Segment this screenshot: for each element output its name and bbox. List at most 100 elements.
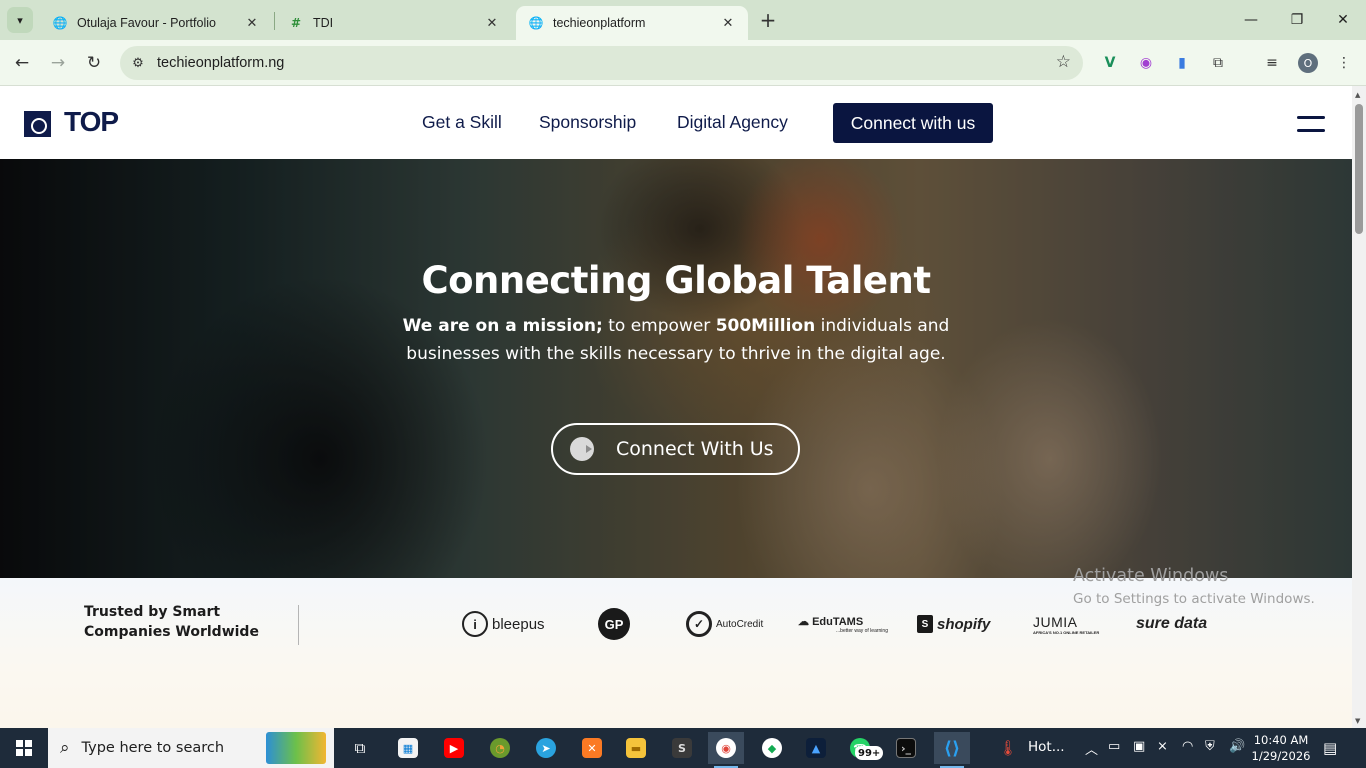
partner-logo-jumia: JUMIA AFRICA'S NO.1 ONLINE RETAILER <box>1033 613 1100 635</box>
taskbar-search-box[interactable]: ⌕ Type here to search <box>48 728 334 768</box>
nav-sponsorship[interactable]: Sponsorship <box>539 112 636 133</box>
hero-subtitle-bold: We are on a mission; <box>402 316 603 336</box>
mongodb-compass-icon[interactable]: ◆ <box>754 732 790 764</box>
divider <box>298 605 299 645</box>
web-page: TOP Get a Skill Sponsorship Digital Agen… <box>0 86 1352 728</box>
site-header: TOP Get a Skill Sponsorship Digital Agen… <box>0 86 1352 159</box>
back-button[interactable]: ← <box>8 49 36 77</box>
start-button[interactable] <box>0 728 48 768</box>
app-swirl-icon[interactable]: ◔ <box>482 732 518 764</box>
play-arrow-icon <box>570 437 594 461</box>
arrow-right-icon: → <box>50 53 66 73</box>
weather-text[interactable]: Hot... <box>1028 739 1065 755</box>
vuetify-extension-icon[interactable]: V <box>1098 51 1122 75</box>
youtube-icon[interactable]: ▶ <box>436 732 472 764</box>
kebab-menu-icon[interactable]: ⋮ <box>1332 51 1356 75</box>
hero-button-label: Connect With Us <box>616 438 774 460</box>
shopping-bag-icon: S <box>917 615 933 633</box>
close-tab-icon[interactable]: ✕ <box>484 15 500 31</box>
partner-logo-shopify: S shopify <box>917 608 990 640</box>
bookmark-star-icon[interactable]: ☆ <box>1056 52 1071 72</box>
restore-icon: ❐ <box>1290 12 1304 28</box>
partner-logo-gp: GP <box>598 608 634 640</box>
checkmark-icon: ✓ <box>686 611 712 637</box>
tdi-logo-icon: # <box>290 16 302 30</box>
close-window-button[interactable]: ✕ <box>1320 0 1366 40</box>
hero-image-overlay <box>0 159 1352 578</box>
close-tab-icon[interactable]: ✕ <box>244 15 260 31</box>
partner-logo-bleepus: i bleepus <box>462 608 545 640</box>
windows-taskbar: ⌕ Type here to search ⧉ ▦ ▶ ◔ ➤ ✕ ▬ S ◉ … <box>0 728 1366 768</box>
camera-icon[interactable]: ▣ <box>1133 739 1145 754</box>
arrow-left-icon: ← <box>14 53 30 73</box>
scrollbar-thumb[interactable] <box>1355 104 1363 234</box>
trusted-heading: Trusted by Smart Companies Worldwide <box>84 604 259 640</box>
tab-tdi[interactable]: # TDI ✕ <box>276 6 512 40</box>
hero-subtitle: We are on a mission; to empower 500Milli… <box>376 312 976 368</box>
nav-get-a-skill[interactable]: Get a Skill <box>422 112 502 133</box>
restore-button[interactable]: ❐ <box>1274 0 1320 40</box>
search-icon: ⌕ <box>60 738 70 758</box>
xampp-icon[interactable]: ✕ <box>574 732 610 764</box>
show-hidden-icons-chevron-icon[interactable]: ︿ <box>1085 739 1098 758</box>
media-controls-icon[interactable]: ≡ <box>1260 51 1284 75</box>
volume-icon[interactable]: 🔊 <box>1229 739 1245 754</box>
microsoft-store-icon[interactable]: ▦ <box>390 732 426 764</box>
broadcast-extension-icon[interactable]: ◉ <box>1134 51 1158 75</box>
weather-thermometer-icon[interactable]: 🌡 <box>990 732 1026 764</box>
clock-time: 10:40 AM <box>1253 733 1309 747</box>
search-placeholder: Type here to search <box>81 740 225 756</box>
hamburger-menu-icon[interactable] <box>1297 116 1325 134</box>
clipboard-extension-icon[interactable]: ▮ <box>1170 51 1194 75</box>
profile-avatar[interactable]: O <box>1298 53 1318 73</box>
battery-icon[interactable]: ▭ <box>1108 739 1120 754</box>
browser-toolbar: ← → ↻ ⚙ techieonplatform.ng ☆ V ◉ ▮ ⧉ ≡ … <box>0 40 1366 86</box>
tab-title: Otulaja Favour - Portfolio <box>77 16 216 30</box>
partner-logo-autocredit: ✓ AutoCredit <box>686 608 763 640</box>
reload-icon: ↻ <box>86 53 102 73</box>
minimize-button[interactable]: — <box>1228 0 1274 40</box>
windows-logo-icon <box>16 740 32 756</box>
extensions-puzzle-icon[interactable]: ⧉ <box>1206 51 1230 75</box>
close-tab-icon[interactable]: ✕ <box>720 15 736 31</box>
browser-tab-strip: ▾ 🌐 Otulaja Favour - Portfolio ✕ # TDI ✕… <box>0 0 1366 40</box>
chevron-down-icon: ▾ <box>17 13 23 27</box>
wifi-icon[interactable]: ◠ <box>1182 739 1193 754</box>
security-shield-icon[interactable]: ⛨ <box>1205 739 1215 754</box>
reload-button[interactable]: ↻ <box>80 49 108 77</box>
notification-center-icon[interactable]: ▤ <box>1323 739 1337 757</box>
globe-icon: 🌐 <box>52 16 68 30</box>
connect-with-us-button[interactable]: Connect with us <box>833 103 993 143</box>
page-scrollbar[interactable]: ▲ ▼ <box>1352 86 1366 728</box>
search-highlight-art-icon <box>266 732 326 764</box>
globe-icon: 🌐 <box>528 16 544 30</box>
url-text[interactable]: techieonplatform.ng <box>157 55 284 71</box>
hero-section: Connecting Global Talent We are on a mis… <box>0 159 1352 578</box>
scroll-up-icon[interactable]: ▲ <box>1355 91 1360 99</box>
network-off-icon[interactable]: ⨯ <box>1157 739 1168 754</box>
telegram-icon[interactable]: ➤ <box>528 732 564 764</box>
bleepus-logo-icon: i <box>462 611 488 637</box>
logo-emblem-icon[interactable] <box>24 111 51 137</box>
address-bar[interactable]: ⚙ techieonplatform.ng ☆ <box>120 46 1083 80</box>
hero-connect-button[interactable]: Connect With Us <box>551 423 800 475</box>
site-logo[interactable]: TOP <box>64 106 119 138</box>
vscode-icon[interactable]: ⟨⟩ <box>934 732 970 768</box>
taskbar-clock[interactable]: 10:40 AM 1/29/2026 <box>1250 732 1312 764</box>
task-view-icon[interactable]: ⧉ <box>342 732 378 764</box>
app-s-icon[interactable]: S <box>664 732 700 764</box>
tab-techieonplatform[interactable]: 🌐 techieonplatform ✕ <box>516 6 748 40</box>
new-tab-button[interactable]: + <box>756 8 780 32</box>
site-info-icon[interactable]: ⚙ <box>128 56 148 71</box>
hero-title: Connecting Global Talent <box>421 259 931 302</box>
tab-search-button[interactable]: ▾ <box>7 7 33 33</box>
file-explorer-icon[interactable]: ▬ <box>618 732 654 764</box>
scroll-down-icon[interactable]: ▼ <box>1355 717 1360 725</box>
nav-digital-agency[interactable]: Digital Agency <box>677 112 788 133</box>
android-studio-icon[interactable]: ▲ <box>798 732 834 764</box>
forward-button[interactable]: → <box>44 49 72 77</box>
tab-portfolio[interactable]: 🌐 Otulaja Favour - Portfolio ✕ <box>40 6 272 40</box>
clock-date: 1/29/2026 <box>1251 749 1311 763</box>
chrome-taskbar-icon[interactable]: ◉ <box>708 732 744 768</box>
terminal-icon[interactable]: ›_ <box>888 732 924 764</box>
